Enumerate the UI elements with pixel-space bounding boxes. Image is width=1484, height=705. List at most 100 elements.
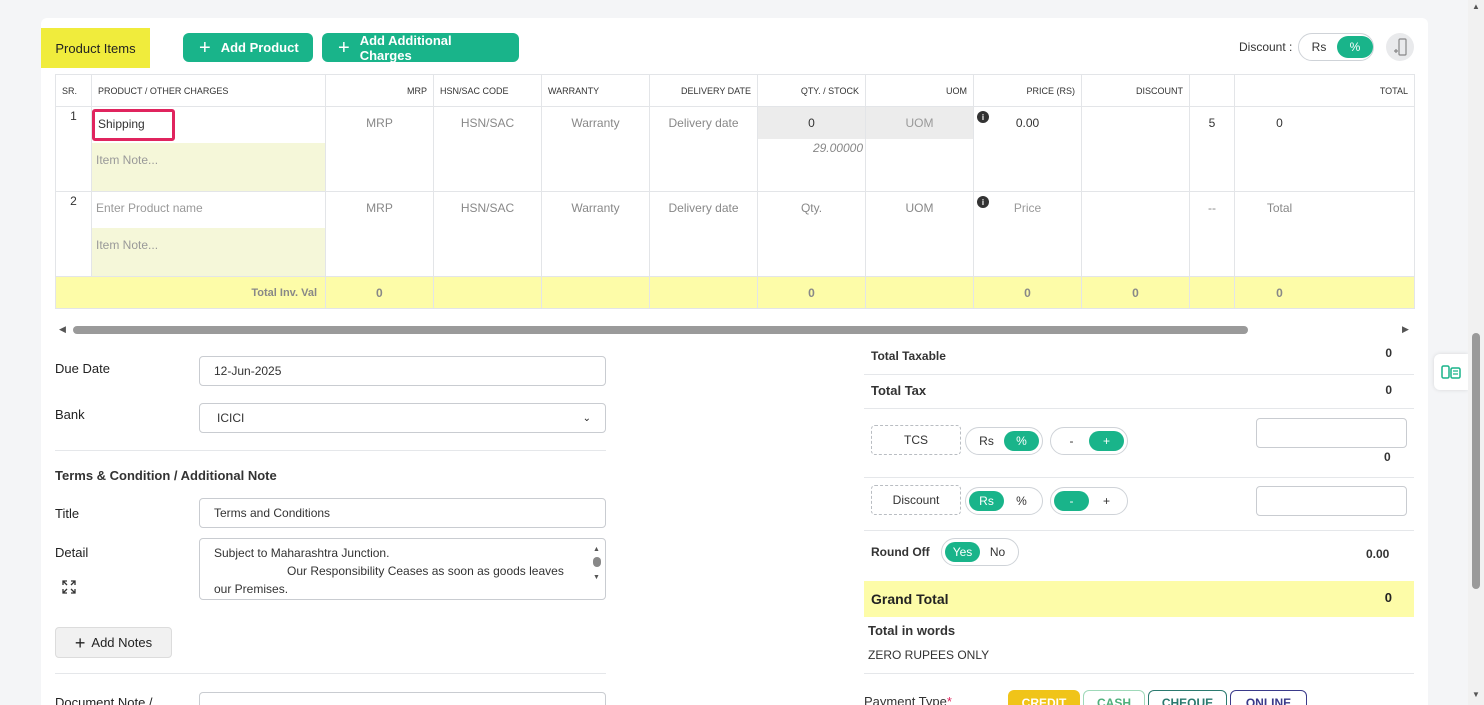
discount-mode-toggle[interactable]: Rs % xyxy=(965,487,1043,515)
tcs-rs-option[interactable]: Rs xyxy=(969,431,1004,451)
discount-minus-option[interactable]: - xyxy=(1054,491,1089,511)
payment-online-button[interactable]: ONLINE xyxy=(1230,690,1307,705)
product-name-input[interactable]: Shipping xyxy=(92,109,175,141)
hsn-input[interactable]: HSN/SAC xyxy=(433,106,542,192)
bank-value: ICICI xyxy=(217,411,245,425)
col-total: TOTAL xyxy=(1234,74,1415,107)
discount-plus-option[interactable]: + xyxy=(1089,491,1124,511)
stock-value: 29.00000 xyxy=(812,141,863,155)
delivery-date-input[interactable]: Delivery date xyxy=(649,191,758,277)
document-note-label: Document Note / xyxy=(55,695,153,705)
round-off-no[interactable]: No xyxy=(980,542,1015,562)
add-notes-button[interactable]: + Add Notes xyxy=(55,627,172,658)
uom-select[interactable]: UOM xyxy=(866,107,973,139)
round-off-value: 0.00 xyxy=(1366,547,1390,561)
due-date-input[interactable]: 12-Jun-2025 xyxy=(199,356,606,386)
round-off-label: Round Off xyxy=(871,545,930,559)
terms-title-input[interactable]: Terms and Conditions xyxy=(199,498,606,528)
page-scrollbar[interactable]: ▲ ▼ xyxy=(1468,0,1484,705)
total-price: 0 xyxy=(973,276,1082,309)
tcs-sign-toggle[interactable]: - + xyxy=(1050,427,1128,455)
tax-select[interactable]: 5 xyxy=(1189,106,1235,192)
column-settings-button[interactable] xyxy=(1386,33,1414,61)
warranty-input[interactable]: Warranty xyxy=(541,106,650,192)
tcs-type-toggle[interactable]: Rs % xyxy=(965,427,1043,455)
tcs-label: TCS xyxy=(871,425,961,455)
round-off-toggle[interactable]: Yes No xyxy=(941,538,1019,566)
discount-pct-option[interactable]: % xyxy=(1004,491,1039,511)
payment-type-text: Payment Type xyxy=(864,694,947,705)
expand-icon[interactable] xyxy=(62,580,76,594)
scrollbar-thumb[interactable] xyxy=(73,326,1248,334)
document-note-input[interactable] xyxy=(199,692,606,705)
tcs-pct-option[interactable]: % xyxy=(1004,431,1039,451)
tax-select[interactable]: -- xyxy=(1189,191,1235,277)
col-product: PRODUCT / OTHER CHARGES xyxy=(91,74,326,107)
terms-heading: Terms & Condition / Additional Note xyxy=(55,468,277,483)
discount-input[interactable] xyxy=(1081,106,1190,192)
qty-input[interactable]: 0 xyxy=(758,107,865,139)
page-scrollbar-thumb[interactable] xyxy=(1472,333,1480,589)
discount-sign-toggle[interactable]: - + xyxy=(1050,487,1128,515)
scroll-left-icon[interactable]: ◀ xyxy=(59,324,66,335)
table-row: 1 Shipping Item Note... MRP HSN/SAC Warr… xyxy=(55,106,1415,192)
row-sr: 2 xyxy=(55,191,92,277)
payment-cash-button[interactable]: CASH xyxy=(1083,690,1145,705)
discount-type-toggle[interactable]: Rs % xyxy=(1298,33,1374,61)
horizontal-scrollbar[interactable]: ◀ ▶ xyxy=(55,321,1415,338)
grand-total-value: 0 xyxy=(1384,590,1392,605)
product-name-input[interactable]: Enter Product name xyxy=(96,201,203,215)
tcs-minus-option[interactable]: - xyxy=(1054,431,1089,451)
discount-rs-option[interactable]: Rs xyxy=(1301,36,1337,58)
add-notes-label: Add Notes xyxy=(91,635,153,650)
calculator-widget-button[interactable] xyxy=(1434,354,1468,390)
item-note-input[interactable]: Item Note... xyxy=(92,228,325,276)
table-header-row: SR. PRODUCT / OTHER CHARGES MRP HSN/SAC … xyxy=(55,74,1415,107)
round-off-yes[interactable]: Yes xyxy=(945,542,980,562)
discount-input[interactable] xyxy=(1256,486,1407,516)
section-title: Product Items xyxy=(41,28,150,68)
tcs-value: 0 xyxy=(1384,450,1391,464)
price-input[interactable]: Price xyxy=(974,201,1081,215)
discount-label: Discount xyxy=(871,485,961,515)
divider xyxy=(55,450,606,451)
bank-label: Bank xyxy=(55,407,85,422)
hsn-input[interactable]: HSN/SAC xyxy=(433,191,542,277)
discount-input[interactable] xyxy=(1081,191,1190,277)
tcs-plus-option[interactable]: + xyxy=(1089,431,1124,451)
total-value: 0 xyxy=(1234,276,1415,309)
delivery-date-input[interactable]: Delivery date xyxy=(649,106,758,192)
chevron-down-icon: ⌄ xyxy=(582,412,591,424)
scroll-down-icon[interactable]: ▼ xyxy=(1472,690,1480,699)
row-sr: 1 xyxy=(55,106,92,192)
tcs-input[interactable] xyxy=(1256,418,1407,448)
price-input[interactable]: 0.00 xyxy=(974,116,1081,130)
textarea-scrollbar[interactable]: ▲ ▼ xyxy=(591,541,603,581)
discount-rs-option[interactable]: Rs xyxy=(969,491,1004,511)
mrp-input[interactable]: MRP xyxy=(325,191,434,277)
add-charges-label: Add Additional Charges xyxy=(359,32,452,63)
scroll-up-icon[interactable]: ▲ xyxy=(1472,2,1480,11)
scroll-right-icon[interactable]: ▶ xyxy=(1402,324,1409,335)
payment-cheque-button[interactable]: CHEQUE xyxy=(1148,690,1227,705)
uom-select[interactable]: UOM xyxy=(865,191,974,277)
discount-pct-option[interactable]: % xyxy=(1337,36,1373,58)
col-qty: QTY. / STOCK xyxy=(757,74,866,107)
add-charges-button[interactable]: + Add Additional Charges xyxy=(322,32,519,63)
mrp-input[interactable]: MRP xyxy=(325,106,434,192)
table-row: 2 Enter Product name Item Note... MRP HS… xyxy=(55,191,1415,277)
bank-select[interactable]: ICICI ⌄ xyxy=(199,403,606,433)
total-mrp: 0 xyxy=(325,276,434,309)
payment-credit-button[interactable]: CREDIT xyxy=(1008,690,1080,705)
terms-detail-textarea[interactable]: Subject to Maharashtra Junction. Our Res… xyxy=(199,538,606,600)
plus-icon: + xyxy=(74,632,86,653)
plus-icon: + xyxy=(199,36,211,59)
add-product-button[interactable]: + Add Product xyxy=(183,33,313,62)
detail-line: Subject to Maharashtra Junction. xyxy=(214,546,390,560)
qty-input[interactable]: Qty. xyxy=(757,191,866,277)
item-note-input[interactable]: Item Note... xyxy=(92,143,325,191)
warranty-input[interactable]: Warranty xyxy=(541,191,650,277)
detail-line: Our Responsibility Ceases as soon as goo… xyxy=(287,564,564,578)
add-column-icon xyxy=(1394,38,1407,56)
plus-icon: + xyxy=(338,36,350,59)
